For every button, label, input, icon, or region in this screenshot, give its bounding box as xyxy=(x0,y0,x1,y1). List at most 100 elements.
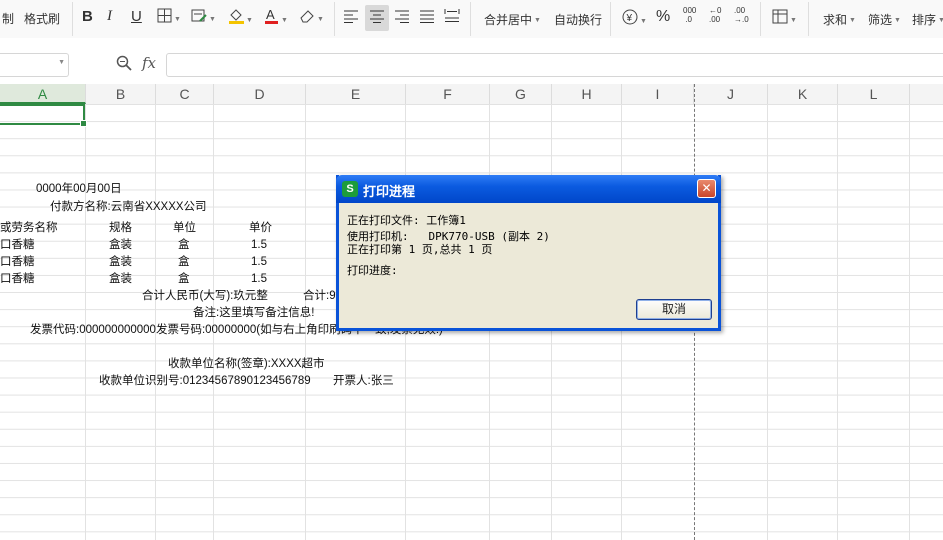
increase-decimal-icon[interactable]: ←0.00 xyxy=(709,6,721,24)
item-name-cell[interactable]: 口香糖 xyxy=(0,254,35,271)
filter-label: 筛选 xyxy=(868,13,893,27)
close-button[interactable]: ✕ xyxy=(697,179,716,198)
underline-button[interactable]: U xyxy=(131,8,142,25)
cancel-button[interactable]: 取消 xyxy=(636,299,712,320)
progress-label: 打印进度: xyxy=(347,264,398,277)
item-name-cell[interactable]: 口香糖 xyxy=(0,237,35,254)
dialog-title-bar[interactable]: S 打印进程 ✕ xyxy=(336,175,721,203)
font-color-icon[interactable]: A ▼ xyxy=(264,7,288,27)
column-header-h[interactable]: H xyxy=(552,84,622,104)
svg-text:A: A xyxy=(266,7,275,22)
distributed-align-icon[interactable] xyxy=(444,8,460,26)
item-price-cell[interactable]: 1.5 xyxy=(251,237,267,254)
eraser-icon[interactable]: ▼ xyxy=(299,8,324,26)
column-header-a[interactable]: A xyxy=(0,84,86,104)
merge-center-button[interactable]: 合并居中 ▼ xyxy=(484,11,541,28)
wps-app-icon: S xyxy=(342,181,358,197)
table-style-icon[interactable]: ▼ xyxy=(772,9,797,27)
column-header-c[interactable]: C xyxy=(156,84,214,104)
column-header-g[interactable]: G xyxy=(490,84,552,104)
printing-file-label: 正在打印文件: xyxy=(347,214,420,227)
format-painter-button[interactable]: 格式刷 xyxy=(24,10,60,27)
thousands-icon[interactable]: 000 .0 xyxy=(683,6,696,24)
merge-center-label: 合并居中 xyxy=(484,13,533,27)
page-status: 正在打印第 1 页,总共 1 页 xyxy=(347,243,493,256)
drawer-cell[interactable]: 开票人:张三 xyxy=(333,373,394,390)
fill-color-icon[interactable]: ▼ xyxy=(228,7,253,27)
item-price-cell[interactable]: 1.5 xyxy=(251,254,267,271)
filter-button[interactable]: 筛选 ▼ xyxy=(868,11,901,28)
total-rmb-cell[interactable]: 合计人民币(大写):玖元整 xyxy=(142,288,268,305)
date-cell[interactable]: 0000年00月00日 xyxy=(36,181,122,198)
decrease-decimal-icon[interactable]: .00 →.0 xyxy=(734,6,749,24)
zoom-search-icon[interactable] xyxy=(116,55,132,74)
divider xyxy=(470,2,471,36)
justify-icon[interactable] xyxy=(420,10,434,26)
item-price-cell[interactable]: 1.5 xyxy=(251,271,267,288)
total-cell[interactable]: 合计:9 xyxy=(303,288,336,305)
gridline xyxy=(909,104,910,540)
copy-button[interactable]: 制 xyxy=(2,10,14,27)
gridline xyxy=(767,104,768,540)
italic-button[interactable]: I xyxy=(107,8,112,25)
divider xyxy=(760,2,761,36)
header-price-cell[interactable]: 单价 xyxy=(249,220,272,237)
header-spec-cell[interactable]: 规格 xyxy=(109,220,132,237)
column-headers: A B C D E F G H I J K L xyxy=(0,84,943,105)
header-name-cell[interactable]: 或劳务名称 xyxy=(0,220,58,237)
column-header-m[interactable] xyxy=(910,84,943,104)
cell-style-icon[interactable]: ▼ xyxy=(191,8,216,26)
printing-file-line: 正在打印文件: 工作簿1 xyxy=(347,212,466,228)
header-unit-cell[interactable]: 单位 xyxy=(173,220,196,237)
divider xyxy=(808,2,809,36)
item-spec-cell[interactable]: 盒装 xyxy=(109,237,132,254)
wrap-text-button[interactable]: 自动换行 xyxy=(554,11,602,28)
svg-text:¥: ¥ xyxy=(626,13,633,24)
column-header-d[interactable]: D xyxy=(214,84,306,104)
column-header-i[interactable]: I xyxy=(622,84,694,104)
divider xyxy=(72,2,73,36)
gridline xyxy=(837,104,838,540)
payer-cell[interactable]: 付款方名称:云南省XXXXX公司 xyxy=(50,199,207,216)
dialog-title: 打印进程 xyxy=(363,184,416,199)
chevron-down-icon[interactable]: ▼ xyxy=(58,59,65,66)
printing-file-value: 工作簿1 xyxy=(426,214,466,227)
autosum-label: 求和 xyxy=(823,13,848,27)
divider xyxy=(334,2,335,36)
column-header-b[interactable]: B xyxy=(86,84,156,104)
item-unit-cell[interactable]: 盒 xyxy=(178,254,190,271)
align-left-icon[interactable] xyxy=(344,10,358,26)
selected-cell[interactable] xyxy=(0,104,87,127)
ribbon-toolbar: 制 格式刷 B I U ▼ ▼ ▼ A ▼ ▼ 合并居中 ▼ 自动换行 ¥ ▼ % 0… xyxy=(0,0,943,39)
name-box[interactable]: ▼ xyxy=(0,53,69,77)
bold-button[interactable]: B xyxy=(82,8,93,25)
insert-function-button[interactable]: fx xyxy=(142,54,156,72)
item-spec-cell[interactable]: 盒装 xyxy=(109,254,132,271)
align-right-icon[interactable] xyxy=(395,10,409,26)
remark-cell[interactable]: 备注:这里填写备注信息! xyxy=(193,305,314,322)
column-header-f[interactable]: F xyxy=(406,84,490,104)
column-header-e[interactable]: E xyxy=(306,84,406,104)
autosum-button[interactable]: 求和 ▼ xyxy=(823,11,856,28)
divider xyxy=(610,2,611,36)
column-header-l[interactable]: L xyxy=(838,84,910,104)
payee-id-cell[interactable]: 收款单位识别号:01234567890123456789 xyxy=(99,373,311,390)
column-header-j[interactable]: J xyxy=(694,84,768,104)
formula-bar: ▼ fx xyxy=(0,38,943,85)
print-progress-dialog: S 打印进程 ✕ 正在打印文件: 工作簿1 使用打印机: DPK770-USB … xyxy=(336,175,721,331)
fill-handle[interactable] xyxy=(80,120,87,127)
item-spec-cell[interactable]: 盒装 xyxy=(109,271,132,288)
item-unit-cell[interactable]: 盒 xyxy=(178,271,190,288)
sort-button[interactable]: 排序 ▼ xyxy=(912,11,943,28)
percent-button[interactable]: % xyxy=(656,8,670,26)
column-header-k[interactable]: K xyxy=(768,84,838,104)
sort-label: 排序 xyxy=(912,13,937,27)
currency-icon[interactable]: ¥ ▼ xyxy=(622,9,647,28)
align-center-icon[interactable] xyxy=(370,10,384,26)
border-icon[interactable]: ▼ xyxy=(157,8,181,26)
formula-input[interactable] xyxy=(166,53,943,77)
payee-name-cell[interactable]: 收款单位名称(签章):XXXX超市 xyxy=(168,356,325,373)
item-name-cell[interactable]: 口香糖 xyxy=(0,271,35,288)
close-icon: ✕ xyxy=(701,181,712,195)
item-unit-cell[interactable]: 盒 xyxy=(178,237,190,254)
